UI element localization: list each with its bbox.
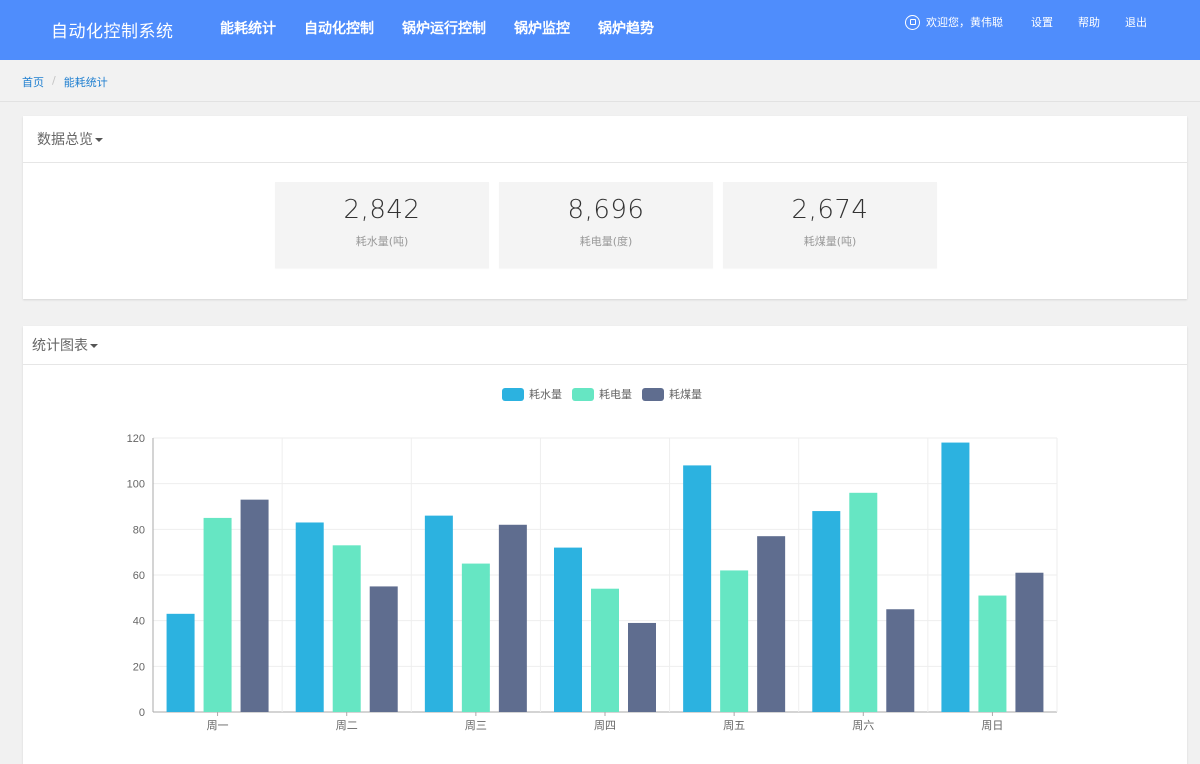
overview-panel: 数据总览 2,842 耗水量(吨) 8,696 耗电量(度) 2,674 耗煤量… xyxy=(23,116,1187,299)
nav-automation-control[interactable]: 自动化控制 xyxy=(290,0,388,60)
bar-electricity xyxy=(203,517,232,712)
x-tick-label: 周五 xyxy=(723,719,745,732)
bar-coal xyxy=(498,524,527,712)
bar-water xyxy=(554,547,582,712)
y-tick-label: 120 xyxy=(127,433,145,445)
bar-water xyxy=(812,511,841,712)
y-tick-label: 20 xyxy=(133,661,145,673)
bar-electricity xyxy=(849,492,878,712)
bar-water xyxy=(941,442,970,712)
energy-bar-chart: 0 20 40 60 80 100 120 周一 周二 周三 周四 周五 周六 周日 耗水量 耗电量 耗煤量 xyxy=(127,388,1058,732)
user-area: 欢迎您，黄伟聪 设置 帮助 退出 xyxy=(905,0,1200,44)
bar-electricity xyxy=(332,545,361,712)
bar-water xyxy=(683,465,712,712)
bar-electricity xyxy=(720,570,749,712)
legend-label: 耗电量 xyxy=(599,388,632,401)
stat-value: 2,674 xyxy=(791,195,869,225)
stat-label: 耗煤量(吨) xyxy=(803,235,857,248)
user-icon xyxy=(905,14,920,30)
bar-electricity xyxy=(461,563,490,712)
bar-coal xyxy=(240,499,269,712)
top-navbar: 自动化控制系统 能耗统计 自动化控制 锅炉运行控制 锅炉监控 锅炉趋势 欢迎您，… xyxy=(0,0,1200,60)
x-tick-label: 周六 xyxy=(852,719,874,732)
nav-boiler-trend[interactable]: 锅炉趋势 xyxy=(584,0,668,60)
bar-water xyxy=(166,613,195,712)
overview-panel-toggle[interactable]: 数据总览 xyxy=(23,116,1187,163)
stat-card-water: 2,842 耗水量(吨) xyxy=(275,182,489,268)
stat-label: 耗电量(度) xyxy=(579,235,633,248)
bar-water xyxy=(424,515,453,712)
y-tick-label: 60 xyxy=(133,570,145,582)
welcome-user[interactable]: 欢迎您，黄伟聪 xyxy=(905,14,1003,30)
bar-coal xyxy=(757,536,786,712)
bar-coal xyxy=(886,609,915,712)
settings-link[interactable]: 设置 xyxy=(1031,14,1053,30)
main-nav: 能耗统计 自动化控制 锅炉运行控制 锅炉监控 锅炉趋势 xyxy=(206,0,668,60)
help-link[interactable]: 帮助 xyxy=(1078,14,1100,30)
bar-coal xyxy=(1015,572,1044,712)
y-tick-label: 80 xyxy=(133,524,145,536)
y-tick-label: 40 xyxy=(133,616,145,628)
bar-water xyxy=(295,522,324,712)
stat-label: 耗水量(吨) xyxy=(355,235,409,248)
bar-electricity xyxy=(978,595,1007,712)
x-tick-label: 周日 xyxy=(981,719,1003,732)
stat-card-electricity: 8,696 耗电量(度) xyxy=(499,182,713,268)
nav-energy-stats[interactable]: 能耗统计 xyxy=(206,0,290,60)
y-tick-label: 100 xyxy=(127,479,145,491)
app-brand[interactable]: 自动化控制系统 xyxy=(51,17,174,42)
legend-swatch xyxy=(642,388,664,401)
bar-coal xyxy=(628,622,656,712)
x-tick-label: 周三 xyxy=(465,719,487,732)
stat-value: 2,842 xyxy=(343,195,421,225)
nav-boiler-monitor[interactable]: 锅炉监控 xyxy=(500,0,584,60)
overview-title: 数据总览 xyxy=(37,132,93,148)
legend-swatch xyxy=(572,388,594,401)
x-tick-label: 周二 xyxy=(336,719,358,732)
breadcrumb: 首页 / 能耗统计 xyxy=(22,74,108,90)
stat-value: 8,696 xyxy=(567,195,645,225)
y-tick-label: 0 xyxy=(139,707,145,719)
legend-label: 耗煤量 xyxy=(669,388,702,401)
breadcrumb-separator: / xyxy=(52,74,56,87)
welcome-text: 欢迎您，黄伟聪 xyxy=(926,16,1003,29)
stat-card-coal: 2,674 耗煤量(吨) xyxy=(723,182,937,268)
breadcrumb-bar: 首页 / 能耗统计 xyxy=(0,60,1200,102)
bar-electricity xyxy=(591,588,619,712)
logout-link[interactable]: 退出 xyxy=(1125,14,1147,30)
stat-cards: 2,842 耗水量(吨) 8,696 耗电量(度) 2,674 耗煤量(吨) xyxy=(275,182,947,268)
x-tick-label: 周一 xyxy=(207,719,229,732)
nav-boiler-operation[interactable]: 锅炉运行控制 xyxy=(388,0,500,60)
chart-panel: 统计图表 0 20 40 60 80 100 120 周一 周二 周三 周四 周五 周六 周日 耗水量 耗电量… xyxy=(23,326,1187,764)
breadcrumb-current[interactable]: 能耗统计 xyxy=(64,74,108,90)
breadcrumb-home[interactable]: 首页 xyxy=(22,74,44,90)
legend-swatch xyxy=(502,388,524,401)
caret-down-icon xyxy=(95,138,103,142)
bar-coal xyxy=(369,586,398,712)
legend-label: 耗水量 xyxy=(529,388,562,401)
x-tick-label: 周四 xyxy=(594,719,616,732)
